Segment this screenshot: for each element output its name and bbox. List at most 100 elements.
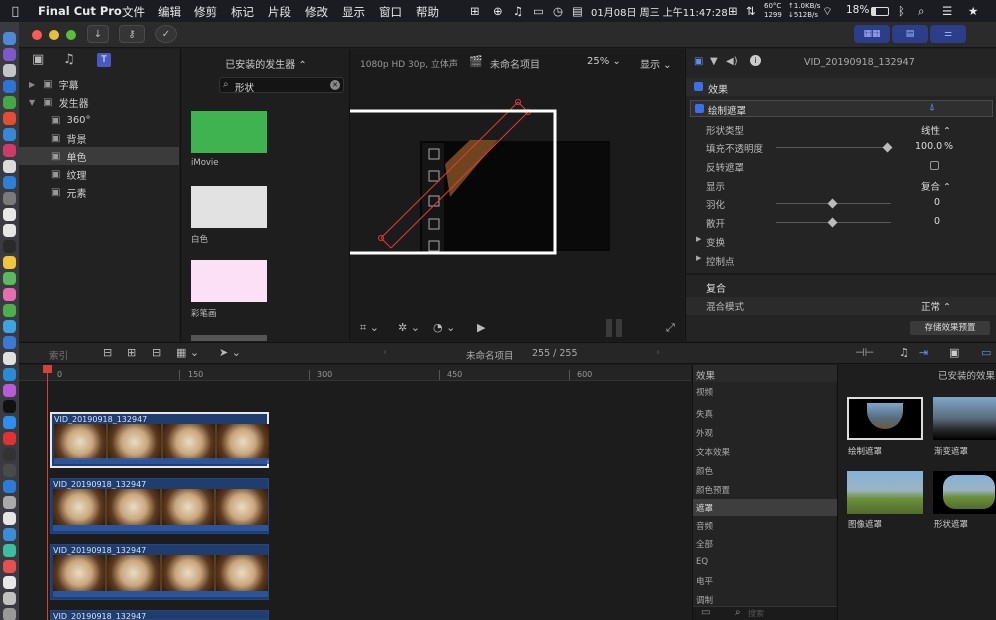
disclosure-icon[interactable]: ▶ [696, 254, 701, 262]
app-icon[interactable] [3, 576, 16, 589]
info-inspector-icon[interactable]: i [750, 55, 761, 66]
battery-icon[interactable] [871, 7, 889, 16]
play-button[interactable]: ▶ [477, 321, 485, 334]
background-tasks-button[interactable]: ✓ [155, 25, 177, 43]
menu-view[interactable]: 显示 [342, 4, 365, 20]
bluetooth-icon[interactable]: ᛒ [898, 4, 905, 18]
prop-value[interactable]: 0 [934, 216, 940, 227]
datetime[interactable]: 01月08日 周三 上午11:47:28 [591, 4, 728, 19]
effect-thumb-image-mask[interactable] [847, 471, 923, 514]
effects-checkbox[interactable] [694, 82, 703, 91]
generator-thumb[interactable] [191, 186, 267, 228]
sidebar-item-generators[interactable]: ▼ ▣ 发生器 [19, 93, 179, 111]
keyword-button[interactable]: ⚷ [119, 25, 145, 43]
menu-mark[interactable]: 标记 [231, 4, 254, 20]
app-icon[interactable] [3, 592, 16, 605]
effects-category[interactable]: 颜色预置 [696, 484, 730, 496]
sidebar-item-elements[interactable]: ▣ 元素 [19, 183, 179, 201]
prop-value[interactable]: 0 [934, 197, 940, 208]
app-icon[interactable] [3, 336, 16, 349]
search-icon[interactable]: ⌕ [918, 4, 924, 19]
disclosure-icon[interactable]: ▼ [29, 98, 35, 107]
fill-opacity-slider[interactable] [776, 147, 891, 148]
photos-audio-icon[interactable]: ♫ [63, 53, 77, 67]
app-menu[interactable]: Final Cut Pro [38, 4, 122, 18]
speed-tool-icon[interactable]: ◔ ⌄ [433, 321, 455, 334]
minimize-window-button[interactable] [49, 30, 59, 40]
slider-knob[interactable] [827, 198, 838, 209]
siri-icon[interactable]: ☰ [942, 4, 952, 18]
timeline-toggle-button[interactable]: ▤ [892, 25, 928, 43]
siri-icon[interactable] [3, 48, 16, 61]
inspector-toggle-button[interactable]: ⚌ [930, 25, 966, 43]
effects-category[interactable]: 颜色 [696, 465, 713, 477]
effect-thumb-shape-mask[interactable] [933, 471, 996, 514]
sidebar-toggle-icon[interactable]: ▭ [701, 607, 710, 618]
finder-icon[interactable] [3, 32, 16, 45]
terminal-icon[interactable] [3, 448, 16, 461]
disclosure-icon[interactable]: ▶ [696, 235, 701, 243]
yandex-icon[interactable] [3, 512, 16, 525]
prop-transform[interactable]: ▶ 变换 [686, 233, 986, 251]
app-icon[interactable] [3, 224, 16, 237]
menu-edit[interactable]: 编辑 [158, 4, 181, 20]
effect-thumb-draw-mask[interactable] [847, 397, 923, 440]
effects-browser-icon[interactable]: ▭ [981, 346, 991, 359]
playhead[interactable] [47, 365, 48, 620]
app-icon[interactable] [3, 256, 16, 269]
trash-icon[interactable] [3, 608, 16, 620]
prop-value[interactable]: 100.0 [915, 141, 942, 152]
insert-clip-icon[interactable]: ⊞ [127, 346, 136, 359]
timeline-clip[interactable]: VID_20190918_132947 [50, 412, 269, 468]
mask-shape-line[interactable] [390, 111, 529, 249]
network-icon[interactable]: ⇅ [746, 4, 756, 18]
transform-tool-icon[interactable]: ⌗ ⌄ [360, 321, 379, 335]
effects-search-input[interactable]: 搜索 [748, 608, 764, 619]
enhance-tool-icon[interactable]: ✲ ⌄ [398, 321, 420, 334]
effects-category[interactable]: 全部 [696, 538, 713, 550]
timeline-clip[interactable]: VID_20190918_132947 [50, 478, 269, 534]
effects-category-selected[interactable]: 遮罩 [693, 499, 837, 516]
app-icon[interactable] [3, 240, 16, 253]
menu-trim[interactable]: 修剪 [194, 4, 217, 20]
titles-generators-icon[interactable]: T [97, 53, 111, 67]
generator-thumb[interactable] [191, 111, 267, 153]
effect-enabled-checkbox[interactable] [695, 104, 704, 113]
app-icon[interactable] [3, 496, 16, 509]
app-icon[interactable] [3, 176, 16, 189]
slider-knob[interactable] [827, 217, 838, 228]
invert-mask-checkbox[interactable] [930, 161, 939, 170]
wifi-icon[interactable]: ⌔ [822, 4, 833, 19]
menu-window[interactable]: 窗口 [379, 4, 402, 20]
import-button[interactable]: ↓ [87, 25, 109, 43]
app-icon[interactable] [3, 320, 16, 333]
select-tool-icon[interactable]: ➤ ⌄ [219, 346, 241, 359]
music-icon[interactable]: ♫ [513, 4, 523, 18]
menu-clip[interactable]: 片段 [268, 4, 291, 20]
generator-thumb[interactable] [191, 260, 267, 302]
launchpad-icon[interactable] [3, 64, 16, 77]
notes-icon[interactable] [3, 208, 16, 221]
message-icon[interactable]: ▭ [533, 4, 544, 18]
color-inspector-icon[interactable]: ▼ [710, 56, 718, 67]
facetime-icon[interactable] [3, 304, 16, 317]
screen-icon[interactable]: ▤ [572, 4, 583, 18]
save-effects-preset-button[interactable]: 存储效果预置 [910, 321, 990, 335]
menu-file[interactable]: 文件 [122, 4, 145, 20]
close-window-button[interactable] [32, 30, 42, 40]
back-arrow-icon[interactable]: ‹ [383, 347, 387, 358]
calendar-icon[interactable] [3, 160, 16, 173]
clip-appearance-icon[interactable]: ▣ [949, 346, 959, 359]
generator-thumb[interactable] [191, 335, 267, 341]
audio-inspector-icon[interactable]: ◀) [726, 56, 738, 67]
append-clip-icon[interactable]: ⊟ [152, 346, 161, 359]
effect-row-draw-mask[interactable]: 绘制遮罩 ⍋ [690, 100, 993, 117]
timeline-clip[interactable]: VID_20190918_132947 [50, 610, 269, 620]
view-select[interactable]: 复合 ⌃ [921, 179, 951, 193]
index-button[interactable]: 索引 [49, 348, 68, 362]
sidebar-item-background[interactable]: ▣ 背景 [19, 129, 179, 147]
browser-toggle-button[interactable]: ▦▦ [854, 25, 890, 43]
effects-category[interactable]: 外观 [696, 427, 713, 439]
app-icon[interactable] [3, 528, 16, 541]
timeline-clip[interactable]: VID_20190918_132947 [50, 544, 269, 600]
